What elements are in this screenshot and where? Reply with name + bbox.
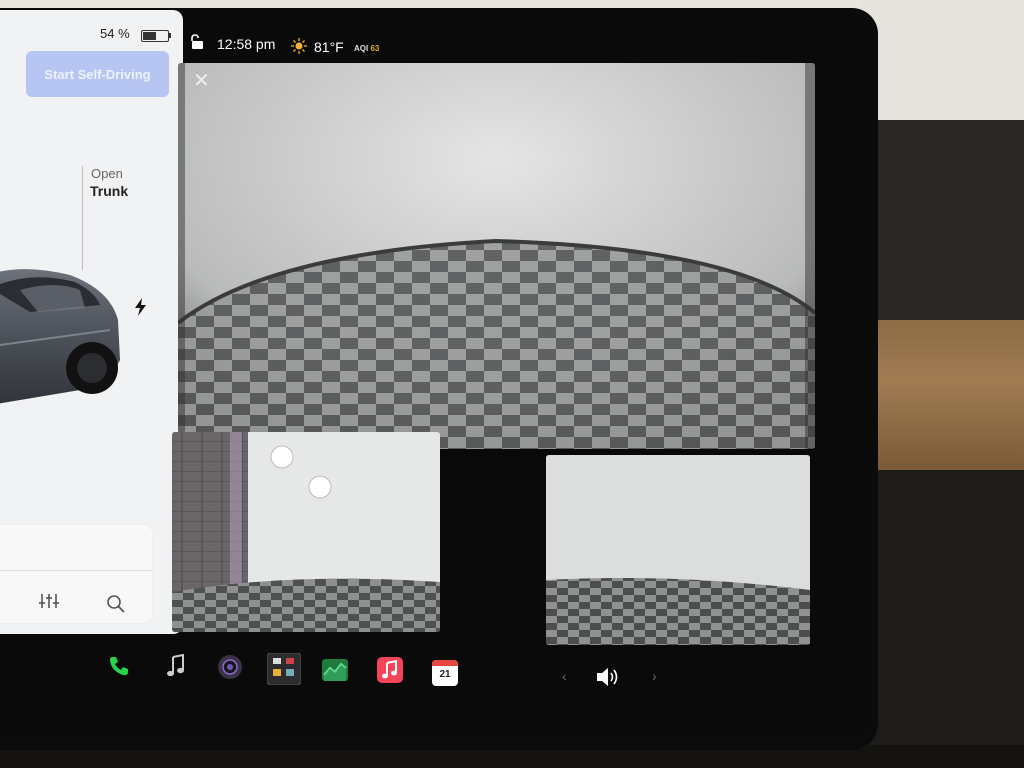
battery-cap — [169, 33, 171, 38]
aqi-value: 63 — [370, 44, 380, 53]
battery-icon — [141, 30, 169, 42]
car-model-image — [0, 269, 120, 404]
start-self-driving-button[interactable]: Start Self-Driving — [26, 51, 169, 97]
right-repeater-image — [546, 455, 810, 645]
music-note-icon[interactable] — [166, 654, 186, 678]
close-icon[interactable]: ✕ — [193, 68, 210, 93]
camera-icon[interactable] — [217, 654, 243, 680]
left-repeater-image — [172, 432, 440, 632]
volume-icon[interactable] — [596, 666, 622, 688]
clock: 12:58 pm — [217, 36, 276, 52]
background-wall-right — [860, 0, 1024, 130]
unlocked-icon[interactable] — [190, 34, 206, 50]
garage-floor-image — [178, 63, 815, 449]
controls-card — [0, 525, 152, 623]
aqi-label: AQI — [354, 44, 369, 53]
energy-icon[interactable] — [322, 659, 348, 681]
right-repeater-view — [546, 455, 810, 645]
calendar-day: 21 — [439, 669, 451, 680]
outside-temperature: 81°F — [314, 39, 344, 55]
dashboard-lower — [860, 470, 1024, 768]
apple-music-icon[interactable] — [377, 657, 403, 683]
phone-icon[interactable] — [108, 655, 130, 677]
trunk-action-label[interactable]: Open — [91, 166, 123, 181]
calendar-icon[interactable]: 21 — [432, 660, 458, 686]
toybox-icon[interactable] — [267, 653, 301, 685]
dashboard-dark-trim — [860, 120, 1024, 320]
search-icon[interactable] — [106, 594, 126, 614]
air-quality-index: AQI 63 — [354, 44, 379, 53]
main-camera-view — [178, 63, 815, 449]
chevron-left-icon[interactable]: ‹ — [562, 668, 567, 684]
sliders-icon[interactable] — [38, 592, 60, 610]
battery-percent: 54 % — [100, 26, 130, 41]
sun-icon — [291, 38, 307, 54]
chevron-right-icon[interactable]: › — [652, 668, 657, 684]
card-divider — [0, 570, 152, 571]
dashboard-wood-trim — [860, 320, 1024, 470]
trunk-label[interactable]: Trunk — [90, 183, 128, 199]
left-repeater-view — [172, 432, 440, 632]
charging-bolt-icon — [135, 298, 146, 316]
vehicle-panel: 54 % Start Self-Driving Open Trunk — [0, 10, 183, 634]
